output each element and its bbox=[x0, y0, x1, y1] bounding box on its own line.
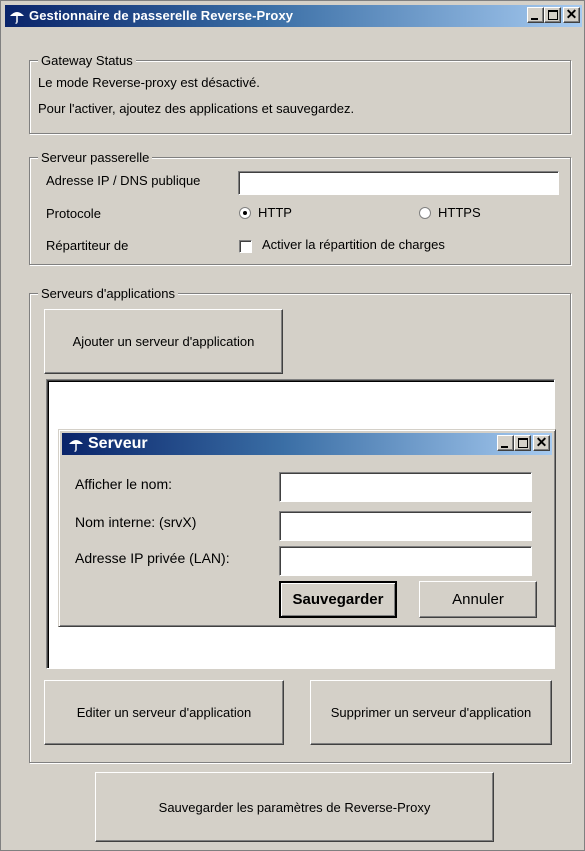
protocol-http-label[interactable]: HTTP bbox=[258, 205, 292, 220]
server-dialog-title-bar[interactable]: Serveur ✕ bbox=[62, 433, 552, 455]
save-reverse-proxy-settings-button[interactable]: Sauvegarder les paramètres de Reverse-Pr… bbox=[95, 772, 494, 842]
edit-app-server-button[interactable]: Editer un serveur d'application bbox=[44, 680, 284, 745]
protocol-label: Protocole bbox=[46, 206, 101, 221]
title-bar[interactable]: Gestionnaire de passerelle Reverse-Proxy… bbox=[5, 5, 582, 27]
maximize-button[interactable] bbox=[544, 7, 561, 23]
server-dialog-title: Serveur bbox=[88, 435, 148, 452]
maximize-icon bbox=[548, 10, 558, 20]
minimize-icon bbox=[501, 446, 508, 448]
radio-selected-dot bbox=[243, 211, 247, 215]
dialog-close-button[interactable]: ✕ bbox=[533, 434, 550, 451]
server-dialog: Serveur ✕ Afficher le nom: Nom interne: … bbox=[58, 429, 556, 627]
delete-app-server-button[interactable]: Supprimer un serveur d'application bbox=[310, 680, 552, 745]
umbrella-icon bbox=[69, 440, 83, 452]
load-balancing-label[interactable]: Activer la répartition de charges bbox=[262, 237, 445, 252]
close-icon: ✕ bbox=[565, 6, 578, 22]
dialog-cancel-button[interactable]: Annuler bbox=[419, 581, 537, 618]
app-servers-group: Serveurs d'applications Ajouter un serve… bbox=[29, 286, 571, 763]
window-controls: ✕ bbox=[525, 6, 580, 25]
protocol-https-label[interactable]: HTTPS bbox=[438, 205, 481, 220]
window-title: Gestionnaire de passerelle Reverse-Proxy bbox=[29, 8, 294, 23]
status-line-2: Pour l'activer, ajoutez des applications… bbox=[38, 101, 355, 116]
add-app-server-button[interactable]: Ajouter un serveur d'application bbox=[44, 309, 283, 374]
display-name-input[interactable] bbox=[279, 472, 532, 502]
dialog-maximize-button[interactable] bbox=[514, 435, 531, 451]
gateway-server-legend: Serveur passerelle bbox=[38, 150, 153, 165]
internal-name-label: Nom interne: (srvX) bbox=[75, 514, 197, 530]
public-ip-label: Adresse IP / DNS publique bbox=[46, 173, 201, 188]
private-ip-input[interactable] bbox=[279, 546, 532, 576]
protocol-https-radio[interactable] bbox=[419, 207, 431, 219]
protocol-http-radio[interactable] bbox=[239, 207, 251, 219]
close-icon: ✕ bbox=[535, 434, 548, 450]
app-servers-legend: Serveurs d'applications bbox=[38, 286, 178, 301]
display-name-label: Afficher le nom: bbox=[75, 476, 173, 492]
dialog-save-button[interactable]: Sauvegarder bbox=[279, 581, 397, 618]
dialog-minimize-button[interactable] bbox=[497, 435, 514, 451]
main-window: Gestionnaire de passerelle Reverse-Proxy… bbox=[0, 0, 585, 851]
public-ip-input[interactable] bbox=[238, 171, 559, 195]
internal-name-input[interactable] bbox=[279, 511, 532, 541]
gateway-status-group: Gateway Status Le mode Reverse-proxy est… bbox=[29, 53, 571, 134]
dialog-window-controls: ✕ bbox=[495, 434, 550, 453]
status-line-1: Le mode Reverse-proxy est désactivé. bbox=[38, 75, 260, 90]
load-balancing-checkbox[interactable] bbox=[239, 240, 252, 253]
gateway-status-legend: Gateway Status bbox=[38, 53, 136, 68]
gateway-server-group: Serveur passerelle Adresse IP / DNS publ… bbox=[29, 150, 571, 265]
private-ip-label: Adresse IP privée (LAN): bbox=[75, 550, 230, 566]
minimize-button[interactable] bbox=[527, 7, 544, 23]
close-button[interactable]: ✕ bbox=[563, 6, 580, 23]
umbrella-icon bbox=[10, 12, 24, 24]
minimize-icon bbox=[531, 18, 538, 20]
maximize-icon bbox=[518, 438, 528, 448]
repartiteur-label: Répartiteur de bbox=[46, 238, 129, 253]
